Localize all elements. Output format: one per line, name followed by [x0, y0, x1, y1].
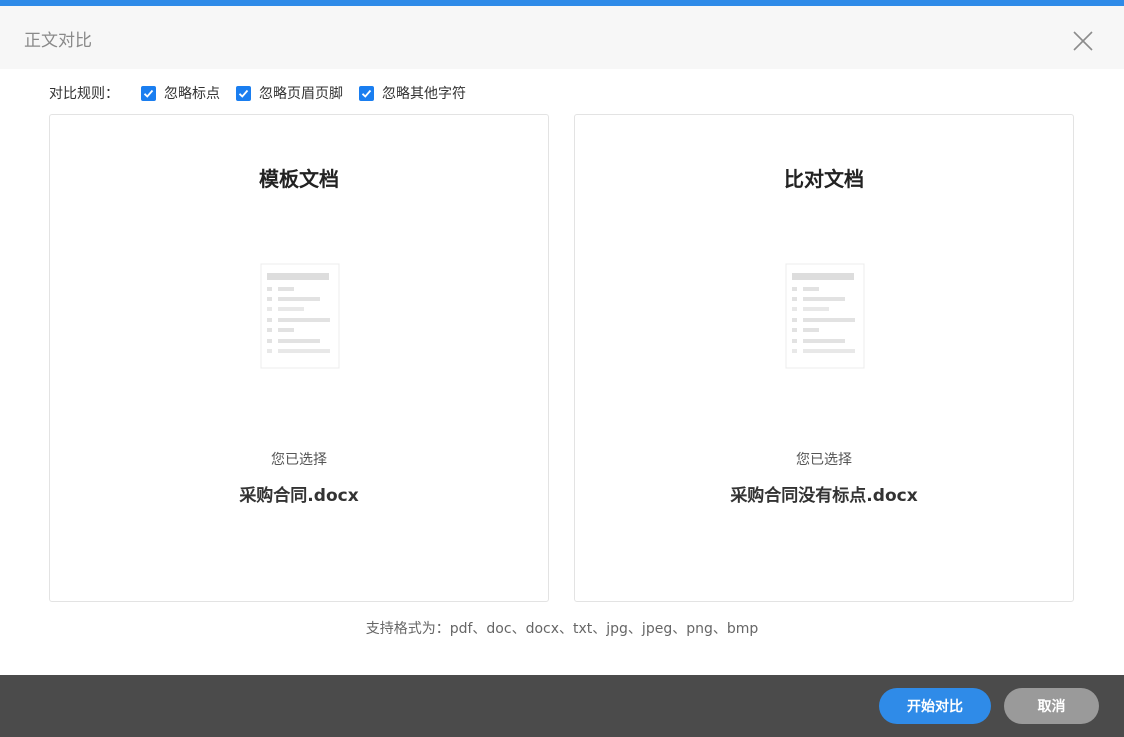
document-icon — [260, 263, 340, 369]
template-document-panel[interactable]: 模板文档 您已选择 采购合同.docx — [49, 114, 549, 602]
compare-document-panel[interactable]: 比对文档 您已选择 采购合同没有标点.docx — [574, 114, 1074, 602]
checkmark-icon — [361, 89, 372, 98]
compare-rules-label: 对比规则： — [49, 86, 119, 102]
document-icon — [785, 263, 865, 369]
cancel-button[interactable]: 取消 — [1004, 688, 1099, 724]
checkmark-icon — [143, 89, 154, 98]
ignore-punctuation-checkbox[interactable] — [141, 85, 156, 101]
template-selected-label: 您已选择 — [271, 452, 327, 468]
template-document-title: 模板文档 — [259, 167, 339, 191]
start-compare-button[interactable]: 开始对比 — [879, 688, 991, 724]
checkmark-icon — [238, 89, 249, 98]
dialog-footer: 开始对比 取消 — [0, 675, 1124, 737]
ignore-header-footer-checkbox[interactable] — [236, 85, 251, 101]
close-button[interactable] — [1070, 28, 1096, 54]
compare-rules: 对比规则： 忽略标点 忽略页眉页脚 忽略其他字符 — [49, 82, 482, 104]
ignore-header-footer-label: 忽略页眉页脚 — [259, 86, 343, 102]
rule-ignore-punctuation[interactable]: 忽略标点 — [141, 83, 220, 103]
ignore-other-chars-label: 忽略其他字符 — [382, 86, 466, 102]
compare-file-name: 采购合同没有标点.docx — [730, 486, 918, 506]
compare-selected-label: 您已选择 — [796, 452, 852, 468]
compare-document-title: 比对文档 — [784, 167, 864, 191]
template-file-name: 采购合同.docx — [239, 486, 359, 506]
close-icon — [1073, 31, 1093, 51]
dialog-header: 正文对比 — [0, 6, 1124, 69]
rule-ignore-other-chars[interactable]: 忽略其他字符 — [359, 83, 466, 103]
supported-formats-text: 支持格式为：pdf、doc、docx、txt、jpg、jpeg、png、bmp — [365, 621, 759, 637]
dialog-title: 正文对比 — [24, 31, 92, 51]
rule-ignore-header-footer[interactable]: 忽略页眉页脚 — [236, 83, 343, 103]
ignore-other-chars-checkbox[interactable] — [359, 85, 374, 101]
ignore-punctuation-label: 忽略标点 — [164, 86, 220, 102]
